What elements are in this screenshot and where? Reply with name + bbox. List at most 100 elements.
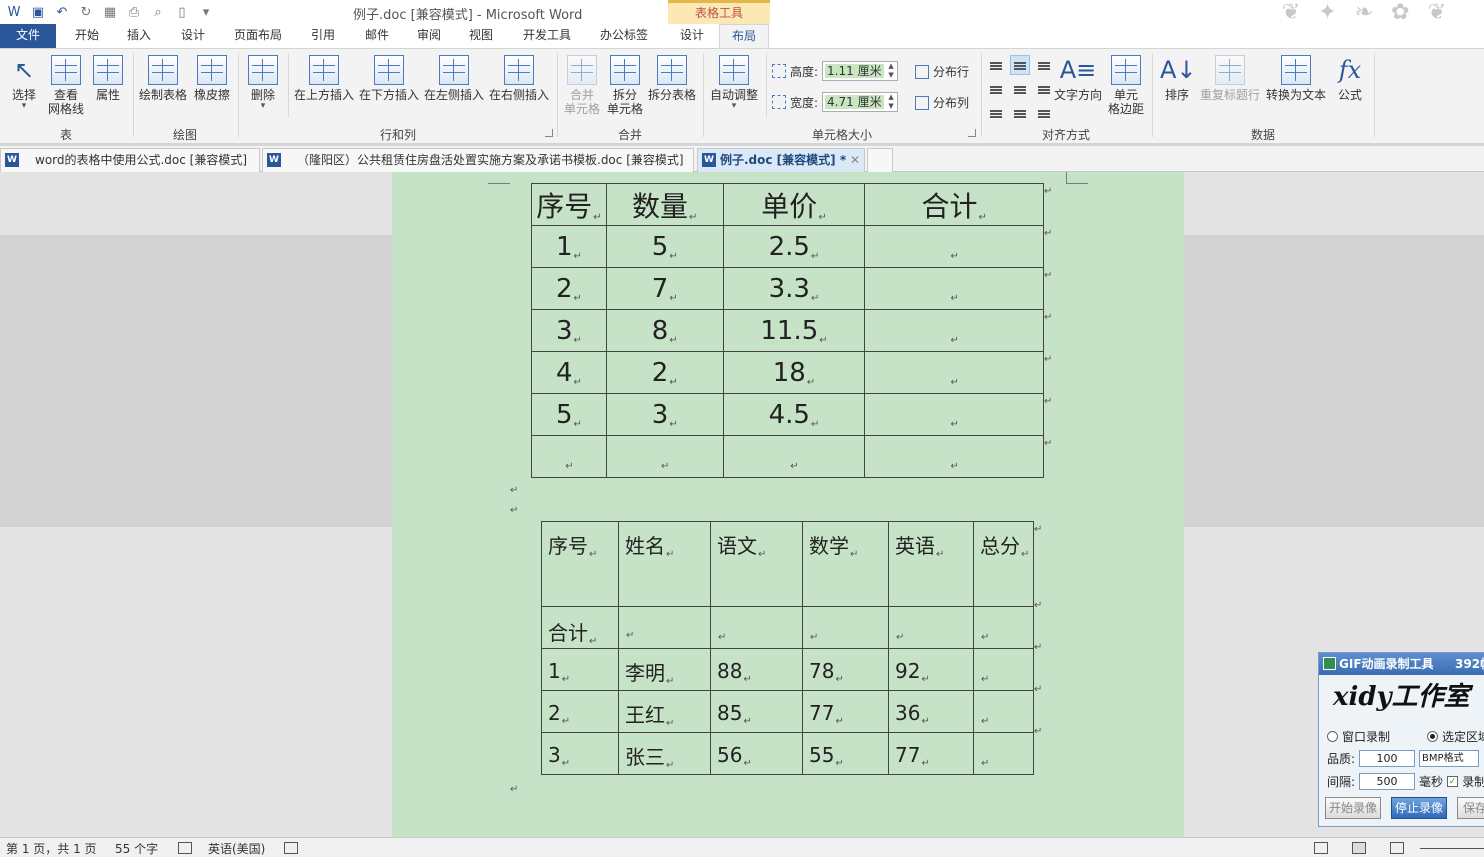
tab-page-layout[interactable]: 页面布局 <box>226 24 290 48</box>
table-cell[interactable]: 1↵ <box>531 225 607 268</box>
table-cell[interactable]: ↵ <box>802 606 889 649</box>
print-preview-icon[interactable]: ⌕ <box>148 2 168 22</box>
format-select[interactable]: BMP格式 <box>1419 750 1480 767</box>
tab-references[interactable]: 引用 <box>298 24 348 48</box>
table-cell[interactable]: ↵ <box>864 225 1044 268</box>
undo-icon[interactable]: ↶ <box>52 2 72 22</box>
table-cell[interactable]: 1↵ <box>541 648 619 691</box>
tab-review[interactable]: 审阅 <box>404 24 454 48</box>
page-count[interactable]: 第 1 页，共 1 页 <box>6 840 97 857</box>
table-cell[interactable]: 5↵ <box>531 393 607 436</box>
interval-input[interactable]: 500 <box>1359 773 1416 790</box>
cell-size-launcher-icon[interactable] <box>968 129 976 137</box>
table-cell[interactable]: 11.5↵ <box>722 309 866 352</box>
score-table[interactable]: 序号↵ 姓名↵ 语文↵ 数学↵ 英语↵ 总分↵ 合计↵ ↵ ↵ ↵ ↵ ↵ 1↵ 李明↵ 88↵ 78↵ 92↵… <box>541 521 1034 775</box>
table-cell[interactable]: 92↵ <box>888 648 974 691</box>
tab-insert[interactable]: 插入 <box>114 24 164 48</box>
table-cell[interactable]: 7↵ <box>605 267 724 310</box>
table-cell[interactable]: 3↵ <box>531 309 607 352</box>
table-cell[interactable]: 数量↵ <box>605 183 724 226</box>
table-cell[interactable]: 2↵ <box>531 267 607 310</box>
web-layout-icon[interactable] <box>1390 842 1404 854</box>
new-doc-icon[interactable]: ▯ <box>172 2 192 22</box>
tab-design[interactable]: 设计 <box>168 24 218 48</box>
table-cell[interactable]: ↵ <box>973 648 1034 691</box>
table-cell[interactable]: 4.5↵ <box>722 393 866 436</box>
start-recording-button[interactable]: 开始录像 <box>1325 797 1381 819</box>
table-cell[interactable]: 序号↵ <box>541 521 619 607</box>
tab-home[interactable]: 开始 <box>62 24 112 48</box>
table-cell[interactable]: 3.3↵ <box>722 267 866 310</box>
table-cell[interactable]: 李明↵ <box>618 648 711 691</box>
macro-record-icon[interactable] <box>284 842 298 854</box>
stop-recording-button[interactable]: 停止录像 <box>1391 797 1447 819</box>
convert-to-text-button[interactable]: 转换为文本 <box>1264 55 1328 102</box>
align-bottom-right-icon[interactable] <box>1034 103 1054 123</box>
rows-cols-launcher-icon[interactable] <box>545 129 553 137</box>
distribute-rows-button[interactable]: 分布行 <box>915 63 969 80</box>
table-cell[interactable]: 77↵ <box>888 732 974 775</box>
tab-developer[interactable]: 开发工具 <box>514 24 580 48</box>
window-record-option[interactable]: 窗口录制 <box>1327 728 1390 745</box>
table-cell[interactable]: ↵ <box>973 690 1034 733</box>
align-bottom-left-icon[interactable] <box>986 103 1006 123</box>
doc-tab-housing-plan[interactable]: W （隆阳区）公共租赁住房盘活处置实施方案及承诺书模板.doc [兼容模式] <box>262 148 694 172</box>
draw-table-button[interactable]: 绘制表格 <box>138 55 188 102</box>
table-cell[interactable]: ↵ <box>973 606 1034 649</box>
table-cell[interactable]: 85↵ <box>710 690 803 733</box>
merge-cells-button[interactable]: 合并 单元格 <box>562 55 602 116</box>
close-tab-icon[interactable]: ✕ <box>850 149 860 171</box>
table-cell[interactable]: ↵ <box>722 435 866 478</box>
gif-recorder-titlebar[interactable]: GIF动画录制工具 392帧 <box>1319 653 1484 675</box>
quality-input[interactable]: 100 <box>1359 750 1416 767</box>
insert-below-button[interactable]: 在下方插入 <box>358 55 420 102</box>
table-cell[interactable]: ↵ <box>618 606 711 649</box>
table-cell[interactable]: 36↵ <box>888 690 974 733</box>
tab-table-layout[interactable]: 布局 <box>719 24 769 49</box>
customize-qat-icon[interactable]: ▾ <box>196 2 216 22</box>
table-cell[interactable]: 2↵ <box>605 351 724 394</box>
view-gridlines-button[interactable]: 查看 网格线 <box>46 55 86 116</box>
region-record-option[interactable]: 选定区域 <box>1427 728 1484 745</box>
new-tab-button[interactable] <box>867 148 893 172</box>
insert-right-button[interactable]: 在右侧插入 <box>488 55 550 102</box>
record-checkbox[interactable]: ✓ <box>1447 776 1459 787</box>
table-cell[interactable]: 5↵ <box>605 225 724 268</box>
select-button[interactable]: ↖ 选择 ▾ <box>6 55 42 111</box>
align-middle-center-icon[interactable] <box>1010 79 1030 99</box>
table-cell[interactable]: ↵ <box>864 393 1044 436</box>
table-cell[interactable]: 2.5↵ <box>722 225 866 268</box>
table-cell[interactable]: ↵ <box>605 435 724 478</box>
row-height-input[interactable]: 1.11 厘米 ▲ ▼ <box>822 61 899 81</box>
table-cell[interactable]: ↵ <box>531 435 607 478</box>
window-record-radio[interactable] <box>1327 731 1338 742</box>
tab-mailings[interactable]: 邮件 <box>352 24 402 48</box>
table-cell[interactable]: 合计↵ <box>864 183 1044 226</box>
align-top-right-icon[interactable] <box>1034 55 1054 75</box>
table-cell[interactable]: 3↵ <box>605 393 724 436</box>
print-layout-icon[interactable] <box>1352 842 1366 854</box>
table-cell[interactable]: 78↵ <box>802 648 889 691</box>
insert-above-button[interactable]: 在上方插入 <box>293 55 355 102</box>
table-cell[interactable]: 单价↵ <box>722 183 866 226</box>
repeat-header-rows-button[interactable]: 重复标题行 <box>1198 55 1262 102</box>
sort-button[interactable]: A↓ 排序 <box>1160 55 1197 102</box>
document-page[interactable]: 序号↵ 数量↵ 单价↵ 合计↵ 1↵ 5↵ 2.5↵ ↵ 2↵ 7↵ 3.3↵ ↵ 3↵ 8↵ 11.5↵ ↵… <box>392 172 1184 837</box>
zoom-slider[interactable] <box>1420 848 1484 849</box>
formula-button[interactable]: fx 公式 <box>1334 55 1366 102</box>
table-cell[interactable]: 王红↵ <box>618 690 711 733</box>
properties-button[interactable]: 属性 <box>90 55 126 102</box>
table-cell[interactable]: 合计↵ <box>541 606 619 649</box>
doc-tab-example[interactable]: W 例子.doc [兼容模式] * ✕ <box>697 148 865 172</box>
cell-margins-button[interactable]: 单元 格边距 <box>1106 55 1146 116</box>
table-cell[interactable]: ↵ <box>864 309 1044 352</box>
table-cell[interactable]: ↵ <box>864 351 1044 394</box>
gridlines-icon[interactable]: ▦ <box>100 2 120 22</box>
align-top-left-icon[interactable] <box>986 55 1006 75</box>
proofing-icon[interactable] <box>178 842 192 854</box>
insert-left-button[interactable]: 在左侧插入 <box>423 55 485 102</box>
autofit-button[interactable]: 自动调整 ▾ <box>708 55 760 111</box>
redo-icon[interactable]: ↻ <box>76 2 96 22</box>
read-mode-icon[interactable] <box>1314 842 1328 854</box>
table-cell[interactable]: 姓名↵ <box>618 521 711 607</box>
